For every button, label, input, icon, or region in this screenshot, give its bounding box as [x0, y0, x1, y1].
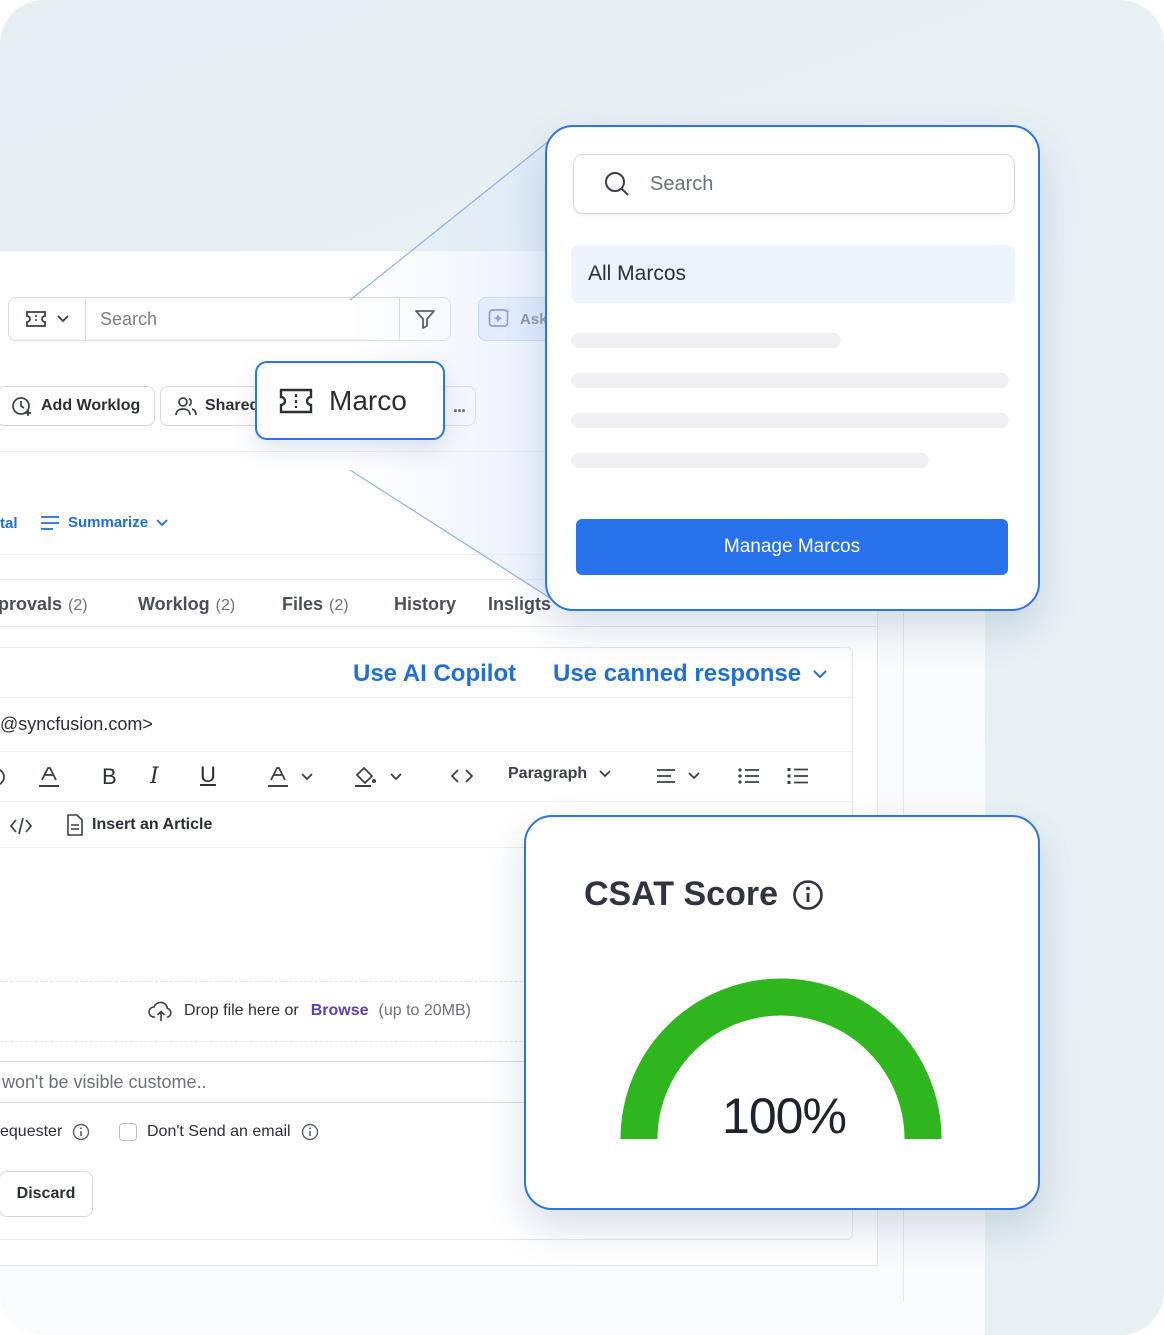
discard-button[interactable]: Discard: [0, 1171, 93, 1217]
macros-popup: Search All Marcos Manage Marcos: [545, 125, 1040, 611]
tab-label: provals: [0, 594, 63, 614]
align-icon[interactable]: [656, 769, 700, 783]
csat-value: 100%: [722, 1088, 847, 1144]
search-icon: [604, 171, 630, 197]
add-worklog-button[interactable]: Add Worklog: [0, 386, 156, 426]
csat-title: CSAT Score: [584, 875, 778, 913]
tab-label: Files: [282, 594, 324, 614]
to-address: @syncfusion.com>: [0, 714, 153, 734]
upload-cloud-icon: [148, 1000, 174, 1022]
code-icon[interactable]: [451, 768, 473, 784]
chevron-down-icon: [156, 518, 168, 527]
summarize-label: Summarize: [68, 514, 149, 531]
info-icon[interactable]: [792, 879, 824, 911]
chevron-down-icon: [813, 669, 827, 679]
dont-send-email-label: Don't Send an email: [147, 1123, 291, 1140]
manage-macros-label: Manage Marcos: [723, 536, 861, 557]
all-macros-item[interactable]: All Marcos: [571, 245, 1015, 303]
tab-count: (2): [68, 597, 88, 614]
source-code-icon[interactable]: [10, 817, 32, 835]
tab-label: History: [394, 594, 457, 614]
browse-link[interactable]: Browse: [311, 1002, 369, 1020]
ai-action-partial[interactable]: tal: [0, 515, 18, 532]
ticket-type-dropdown[interactable]: [8, 297, 86, 341]
shared-button[interactable]: Shared: [160, 386, 270, 426]
ticket-icon: [25, 310, 47, 328]
tab-count: (2): [329, 597, 349, 614]
ai-sparkle-icon: [488, 308, 512, 330]
dont-send-email-checkbox[interactable]: [119, 1123, 137, 1141]
shared-label: Shared: [205, 397, 260, 414]
tab-insights[interactable]: Insligts: [488, 594, 551, 615]
tab-label: Insligts: [488, 594, 552, 614]
to-row: @syncfusion.com>: [0, 698, 852, 752]
macro-item-placeholder: [571, 413, 1009, 428]
paragraph-label: Paragraph: [508, 765, 588, 782]
background: Search Ask Add Worklog Shared ... tal Su…: [0, 0, 1164, 1335]
highlight-color-icon[interactable]: [354, 766, 402, 788]
insert-article-label: Insert an Article: [92, 816, 213, 833]
dont-send-email-option[interactable]: Don't Send an email: [119, 1123, 319, 1141]
manage-macros-button[interactable]: Manage Marcos: [576, 519, 1008, 575]
notify-requester-option[interactable]: equester: [0, 1123, 90, 1141]
marco-chip[interactable]: Marco: [255, 361, 445, 440]
paragraph-dropdown[interactable]: Paragraph: [508, 765, 611, 783]
csat-header: CSAT Score: [584, 875, 824, 914]
use-ai-copilot-link[interactable]: Use AI Copilot: [353, 660, 516, 688]
discard-label: Discard: [16, 1185, 76, 1202]
all-macros-label: All Marcos: [588, 262, 687, 285]
requester-label: equester: [0, 1123, 63, 1140]
drop-text: Drop file here or: [184, 1002, 299, 1019]
document-icon: [66, 814, 84, 836]
size-limit: (up to 20MB): [378, 1002, 471, 1019]
internal-note-input[interactable]: won't be visible custome..: [0, 1061, 560, 1103]
tab-history[interactable]: History: [394, 594, 456, 615]
editor-header: Use AI Copilot Use canned response: [0, 648, 852, 698]
format-toolbar: B I U Paragraph: [0, 752, 852, 802]
more-icon: ...: [452, 395, 466, 416]
italic-icon[interactable]: I: [150, 764, 159, 789]
marco-label: Marco: [329, 384, 407, 416]
canned-response-dropdown[interactable]: Use canned response: [553, 660, 827, 688]
macros-search-input[interactable]: Search: [573, 154, 1015, 214]
filter-button[interactable]: [399, 297, 451, 341]
drop-text-row: Drop file here or Browse (up to 20MB): [148, 1000, 471, 1022]
filter-icon: [414, 309, 436, 329]
font-color-icon[interactable]: [267, 766, 313, 788]
canned-response-label: Use canned response: [553, 660, 802, 687]
chevron-down-icon: [57, 315, 69, 323]
lines-icon: [40, 515, 60, 530]
summarize-button[interactable]: Summarize: [40, 514, 168, 531]
tab-files[interactable]: Files (2): [282, 594, 349, 615]
numbered-list-icon[interactable]: [787, 767, 809, 785]
add-worklog-label: Add Worklog: [41, 397, 141, 414]
ask-label: Ask: [520, 310, 548, 328]
insert-article-button[interactable]: Insert an Article: [66, 814, 212, 836]
tab-approvals[interactable]: provals (2): [0, 594, 88, 615]
tab-count: (2): [215, 597, 236, 614]
csat-card: CSAT Score 100%: [524, 815, 1040, 1210]
note-placeholder: won't be visible custome..: [2, 1071, 207, 1092]
info-icon: [72, 1123, 90, 1141]
tab-worklog[interactable]: Worklog (2): [138, 594, 235, 615]
macro-item-placeholder: [571, 333, 841, 348]
info-icon: [301, 1123, 319, 1141]
bullet-list-icon[interactable]: [738, 768, 760, 784]
macro-item-placeholder: [571, 453, 929, 468]
toolbar-search-placeholder: Search: [100, 308, 158, 329]
undo-icon[interactable]: [0, 766, 8, 788]
macro-item-placeholder: [571, 373, 1009, 388]
underline-icon[interactable]: U: [200, 762, 216, 788]
tab-label: Worklog: [138, 594, 210, 614]
toolbar-search-input[interactable]: Search: [86, 297, 400, 341]
bold-icon[interactable]: B: [102, 764, 117, 790]
clear-format-icon[interactable]: [38, 766, 60, 788]
clock-plus-icon: [11, 395, 33, 417]
macros-search-placeholder: Search: [650, 172, 714, 195]
ticket-icon: [279, 388, 313, 414]
users-icon: [175, 396, 197, 416]
